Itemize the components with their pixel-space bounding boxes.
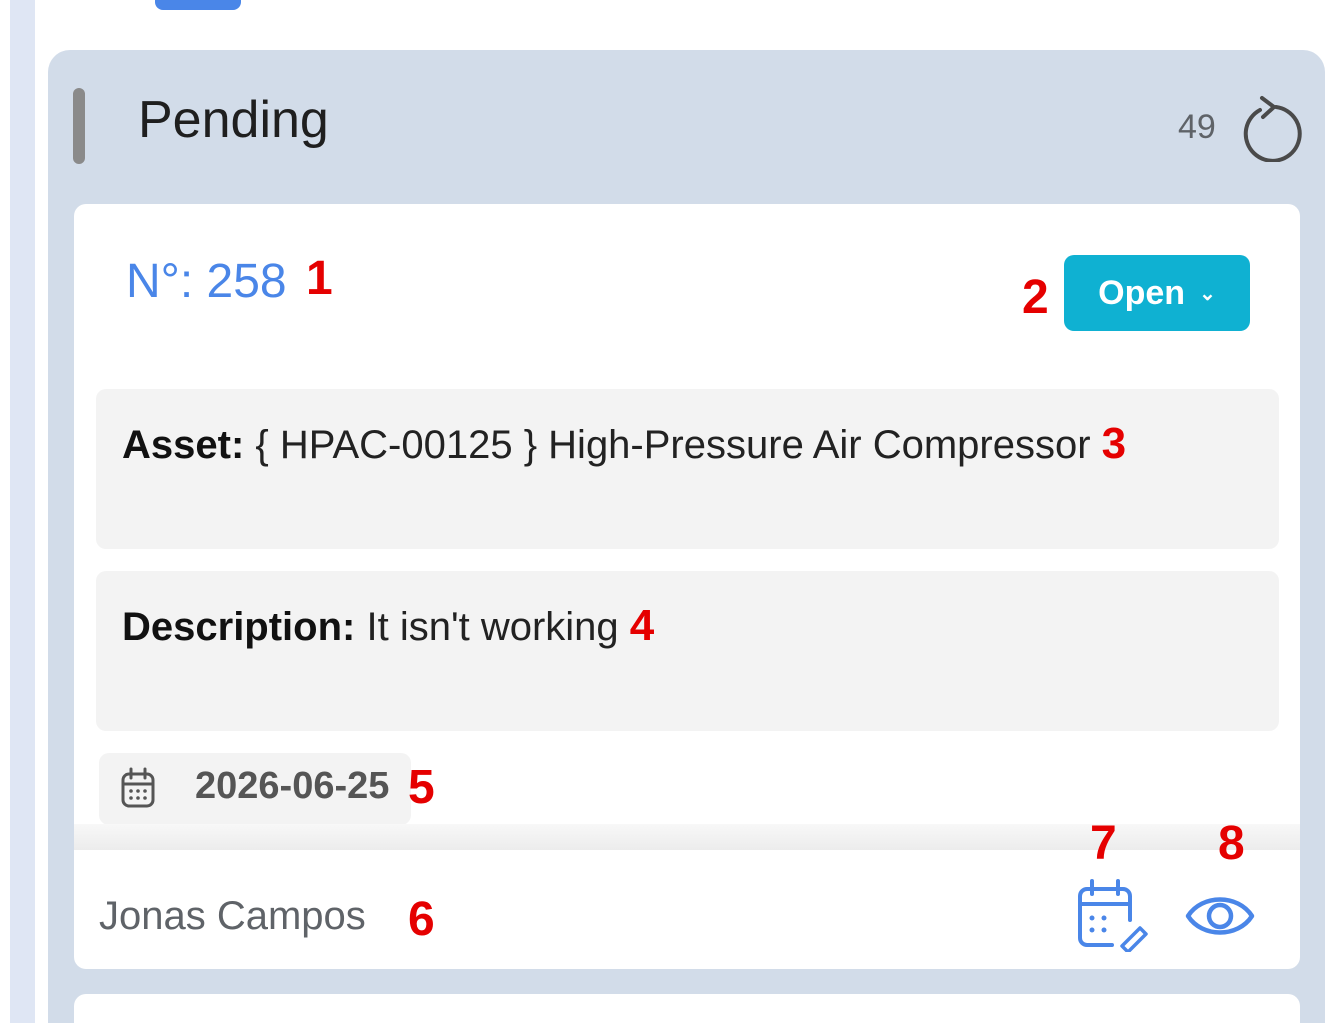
work-order-card[interactable]: N°: 258 1 2 Open ⌄ Asset: { HPAC-00125 }…: [74, 204, 1300, 969]
status-dropdown-button[interactable]: Open ⌄: [1064, 255, 1250, 331]
annotation-marker-1: 1: [306, 252, 333, 305]
due-date-chip: 2026-06-25: [99, 753, 411, 825]
calendar-icon: [121, 767, 155, 808]
annotation-marker-5: 5: [408, 761, 435, 814]
asset-label: Asset:: [122, 423, 245, 467]
column-count: 49: [1178, 108, 1216, 146]
asset-value: { HPAC-00125 } High-Pressure Air Compres…: [255, 423, 1091, 467]
annotation-marker-8: 8: [1218, 817, 1245, 870]
next-work-order-card[interactable]: [74, 994, 1300, 1034]
eye-icon[interactable]: [1184, 888, 1256, 944]
annotation-marker-7: 7: [1090, 817, 1117, 870]
description-field: Description: It isn't working 4: [96, 571, 1279, 731]
assignee-name: Jonas Campos: [99, 894, 366, 938]
column-title: Pending: [138, 91, 329, 149]
due-date: 2026-06-25: [195, 765, 390, 807]
work-order-number[interactable]: N°: 258: [126, 254, 287, 309]
chevron-down-icon: ⌄: [1199, 282, 1216, 305]
status-label: Open: [1098, 273, 1186, 312]
column-color-bar: [73, 88, 85, 164]
kanban-column-pending: Pending 49 N°: 258 1 2 Open ⌄ Asset: { H…: [48, 50, 1325, 1034]
description-label: Description:: [122, 605, 356, 649]
annotation-marker-4: 4: [629, 601, 655, 650]
refresh-icon[interactable]: [1238, 92, 1304, 162]
calendar-edit-icon[interactable]: [1076, 878, 1148, 952]
description-value: It isn't working: [366, 605, 619, 649]
annotation-marker-3: 3: [1101, 419, 1127, 468]
annotation-marker-6: 6: [408, 893, 435, 946]
annotation-marker-2: 2: [1022, 271, 1049, 324]
asset-field: Asset: { HPAC-00125 } High-Pressure Air …: [96, 389, 1279, 549]
side-panel-strip: [10, 0, 35, 1023]
active-tab-indicator: [155, 0, 241, 10]
